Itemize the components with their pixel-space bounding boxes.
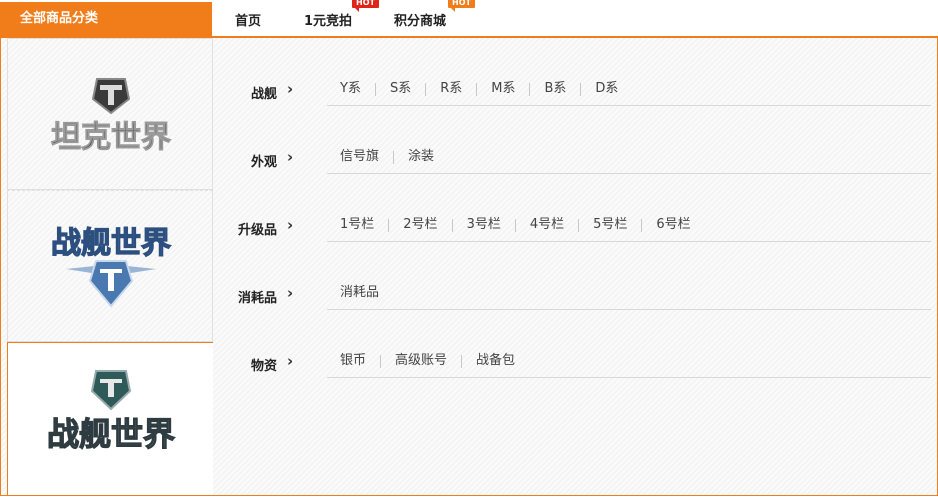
world-of-warships-title: 战舰世界 xyxy=(51,226,171,261)
category-label[interactable]: 升级品 xyxy=(195,219,277,238)
subcategory-link[interactable]: 战备包 xyxy=(462,354,529,368)
subcategory-link[interactable]: 银币 xyxy=(327,354,380,368)
subcategory-link[interactable]: M系 xyxy=(477,82,529,96)
subcategory-link[interactable]: 1号栏 xyxy=(327,218,388,232)
subcategory-link[interactable]: 3号栏 xyxy=(453,218,515,232)
nav-home-label: 首页 xyxy=(235,14,262,29)
top-navigation: 全部商品分类 首页 1元竞拍 HOT 积分商城 HOT xyxy=(0,0,938,38)
subcategory-link[interactable]: 5号栏 xyxy=(579,218,641,232)
category-row-appearance: 外观 › 信号旗 涂装 xyxy=(213,106,933,174)
category-label[interactable]: 消耗品 xyxy=(195,287,277,306)
category-row-warships: 战舰 › Y系 S系 R系 M系 B系 D系 xyxy=(213,38,933,106)
subcategory-list: 信号旗 涂装 xyxy=(327,141,931,174)
category-row-supplies: 物资 › 银币 高级账号 战备包 xyxy=(213,310,933,378)
subcategory-link[interactable]: 6号栏 xyxy=(642,218,704,232)
subcategory-link[interactable]: R系 xyxy=(426,82,476,96)
hot-badge: HOT xyxy=(352,0,379,12)
subcategory-link[interactable]: D系 xyxy=(581,82,632,96)
all-categories-button[interactable]: 全部商品分类 xyxy=(0,2,212,36)
subcategory-link[interactable]: 2号栏 xyxy=(389,218,451,232)
game-list: 坦克世界 战舰世界 战舰世界 xyxy=(7,38,213,496)
world-of-warships-title: 战舰世界 xyxy=(47,415,175,453)
subcategory-list: 银币 高级账号 战备包 xyxy=(327,345,931,378)
world-of-tanks-logo: 坦克世界 xyxy=(8,39,212,189)
subcategory-list: 消耗品 xyxy=(327,277,931,310)
nav-points-mall-link[interactable]: 积分商城 HOT xyxy=(394,0,475,29)
subcategory-link[interactable]: 消耗品 xyxy=(327,286,393,300)
world-of-warships-logo: 战舰世界 xyxy=(8,191,212,341)
subcategory-link[interactable]: Y系 xyxy=(327,82,375,96)
nav-auction-label: 1元竞拍 xyxy=(304,14,353,29)
world-of-warships-logo: 战舰世界 xyxy=(8,343,213,495)
game-card-world-of-tanks[interactable]: 坦克世界 xyxy=(7,38,213,190)
subcategory-link[interactable]: 4号栏 xyxy=(516,218,578,232)
chevron-right-icon: › xyxy=(287,148,294,166)
nav-home-link[interactable]: 首页 xyxy=(235,10,261,29)
subcategory-link[interactable]: 高级账号 xyxy=(381,354,461,368)
subcategory-link[interactable]: 信号旗 xyxy=(327,150,393,164)
category-panel: 坦克世界 战舰世界 战舰世界 战舰 › Y系 S系 R系 M系 B系 D系 外观… xyxy=(0,38,938,496)
category-label[interactable]: 战舰 xyxy=(195,83,277,102)
chevron-right-icon: › xyxy=(287,216,294,234)
chevron-right-icon: › xyxy=(287,80,294,98)
hot-badge: HOT xyxy=(448,0,475,12)
subcategory-link[interactable]: S系 xyxy=(376,82,425,96)
category-row-consumables: 消耗品 › 消耗品 xyxy=(213,242,933,310)
subcategory-list: 1号栏 2号栏 3号栏 4号栏 5号栏 6号栏 xyxy=(327,209,931,242)
game-card-world-of-warships-active[interactable]: 战舰世界 xyxy=(7,342,213,496)
game-card-world-of-warships[interactable]: 战舰世界 xyxy=(7,190,213,342)
subcategory-link[interactable]: B系 xyxy=(530,82,580,96)
nav-auction-link[interactable]: 1元竞拍 HOT xyxy=(304,0,379,29)
category-label[interactable]: 外观 xyxy=(195,151,277,170)
category-row-upgrades: 升级品 › 1号栏 2号栏 3号栏 4号栏 5号栏 6号栏 xyxy=(213,174,933,242)
world-of-tanks-title: 坦克世界 xyxy=(51,120,171,155)
subcategory-link[interactable]: 涂装 xyxy=(394,150,448,164)
chevron-right-icon: › xyxy=(287,352,294,370)
subcategory-list: Y系 S系 R系 M系 B系 D系 xyxy=(327,73,931,106)
category-label[interactable]: 物资 xyxy=(195,355,277,374)
chevron-right-icon: › xyxy=(287,284,294,302)
nav-points-mall-label: 积分商城 xyxy=(394,14,447,29)
